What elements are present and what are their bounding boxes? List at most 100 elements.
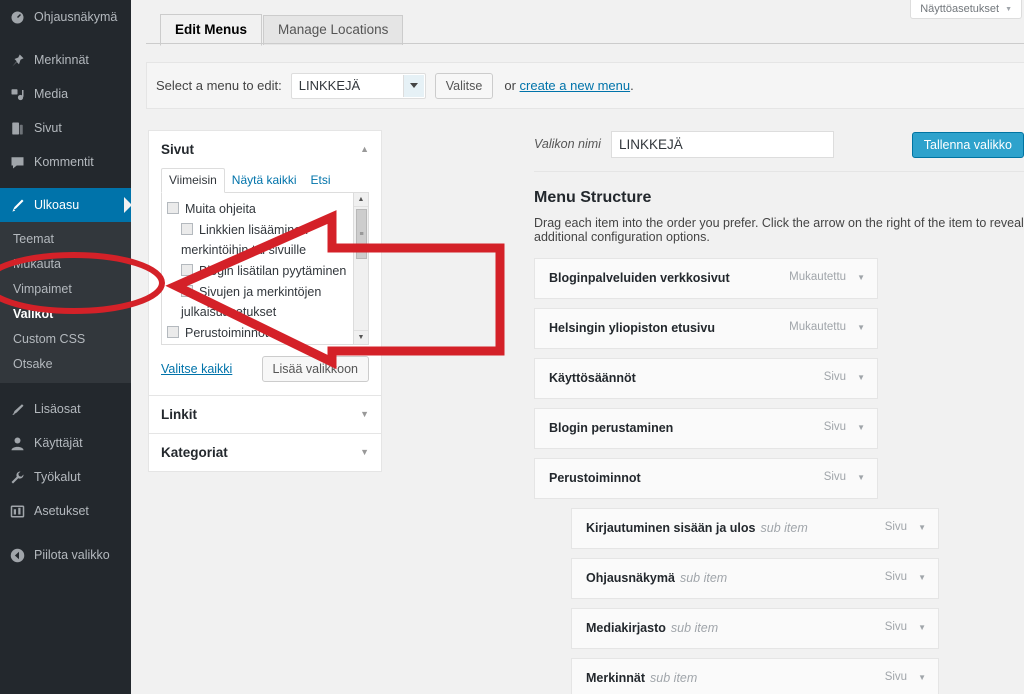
checklist-item[interactable]: Blogin lisätilan pyytäminen — [167, 261, 352, 281]
sidebar-item-settings[interactable]: Asetukset — [0, 494, 131, 528]
menu-item-type: Sivu — [884, 571, 908, 583]
sidebar-item-dashboard[interactable]: Ohjausnäkymä — [0, 0, 131, 34]
select-menu-button[interactable]: Valitse — [434, 72, 494, 99]
checkbox-icon[interactable] — [181, 223, 193, 235]
dashboard-icon — [7, 7, 27, 27]
sidebar-item-users-label: Käyttäjät — [34, 436, 83, 450]
tab-divider — [146, 43, 1024, 44]
chevron-down-icon[interactable]: ▼ — [857, 273, 865, 282]
checkbox-icon[interactable] — [181, 264, 193, 276]
submenu-item-customize[interactable]: Mukauta — [0, 252, 131, 277]
submenu-item-widgets[interactable]: Vimpaimet — [0, 277, 131, 302]
sidebar-item-pages[interactable]: Sivut — [0, 111, 131, 145]
checklist-item[interactable]: Perustoiminnot — [167, 323, 352, 343]
sidebar-item-dashboard-label: Ohjausnäkymä — [34, 10, 118, 24]
sidebar-item-plugins[interactable]: Lisäosat — [0, 392, 131, 426]
postbox-pages-header[interactable]: Sivut ▲ — [149, 131, 381, 168]
checkbox-icon[interactable] — [167, 326, 179, 338]
chevron-down-icon[interactable]: ▼ — [918, 623, 926, 632]
comment-icon — [7, 152, 27, 172]
menu-item-title: Ohjausnäkymä sub item — [586, 571, 728, 585]
sidebar-item-tools[interactable]: Työkalut — [0, 460, 131, 494]
submenu-item-custom-css[interactable]: Custom CSS — [0, 327, 131, 352]
menu-item-type: Sivu — [884, 621, 908, 633]
menu-item-row[interactable]: Helsingin yliopiston etusivu Mukautettu ▼ — [534, 308, 878, 349]
menu-item-meta: Sivu ▼ — [885, 570, 926, 583]
chevron-down-icon[interactable]: ▼ — [360, 410, 369, 419]
checklist-item[interactable]: Sivujen ja merkintöjen julkaisuasetukset — [167, 282, 352, 322]
menu-item-type: Sivu — [884, 671, 908, 683]
chevron-down-icon[interactable]: ▼ — [857, 323, 865, 332]
tab-edit-menus[interactable]: Edit Menus — [160, 14, 263, 46]
chevron-down-icon[interactable]: ▼ — [918, 573, 926, 582]
scrollbar-thumb[interactable]: ≡ — [356, 209, 367, 259]
tab-manage-locations[interactable]: Manage Locations — [263, 15, 404, 45]
inner-tab-search[interactable]: Etsi — [303, 169, 337, 192]
chevron-down-icon[interactable]: ▼ — [857, 423, 865, 432]
submenu-item-header[interactable]: Otsake — [0, 352, 131, 377]
menu-item-row[interactable]: Perustoiminnot Sivu ▼ — [534, 458, 878, 499]
menu-item-row[interactable]: Käyttösäännöt Sivu ▼ — [534, 358, 878, 399]
screen-options-button[interactable]: Näyttöasetukset ▼ — [910, 0, 1022, 19]
appearance-brush-icon — [7, 195, 27, 215]
collapse-menu-button[interactable]: Piilota valikko — [0, 538, 131, 572]
checkbox-icon[interactable] — [167, 202, 179, 214]
menu-item-meta: Sivu ▼ — [824, 370, 865, 383]
sidebar-item-settings-label: Asetukset — [34, 504, 89, 518]
checklist-item[interactable]: Muita ohjeita — [167, 199, 352, 219]
sidebar-item-pages-label: Sivut — [34, 121, 62, 135]
menu-item-meta: Mukautettu ▼ — [789, 320, 865, 333]
menu-name-input[interactable] — [610, 130, 834, 158]
inner-tab-most-recent[interactable]: Viimeisin — [161, 168, 225, 193]
create-new-menu-link[interactable]: create a new menu — [520, 78, 631, 93]
add-to-menu-button[interactable]: Lisää valikkoon — [261, 356, 369, 382]
chevron-down-icon[interactable]: ▼ — [918, 673, 926, 682]
menu-item-meta: Sivu ▼ — [885, 670, 926, 683]
sidebar-item-media[interactable]: Media — [0, 77, 131, 111]
scroll-down-icon[interactable]: ▼ — [354, 330, 368, 344]
sidebar-item-users[interactable]: Käyttäjät — [0, 426, 131, 460]
menu-item-row[interactable]: Mediakirjasto sub item Sivu ▼ — [571, 608, 939, 649]
postbox-pages: Sivut ▲ Viimeisin Näytä kaikki Etsi Muita … — [148, 130, 382, 396]
menu-select-dropdown[interactable]: LINKKEJÄ — [290, 72, 426, 99]
sidebar-item-posts[interactable]: Merkinnät — [0, 43, 131, 77]
chevron-down-icon[interactable]: ▼ — [857, 373, 865, 382]
chevron-up-icon[interactable]: ▲ — [360, 145, 369, 154]
admin-sidebar: Ohjausnäkymä Merkinnät Media Sivut Kommentit… — [0, 0, 132, 694]
menu-item-row[interactable]: Merkinnät sub item Sivu ▼ — [571, 658, 939, 694]
checklist-item[interactable]: Linkkien lisääminen merkintöihin tai siv… — [167, 220, 352, 260]
postbox-categories-header[interactable]: Kategoriat ▼ — [149, 434, 381, 471]
submenu-item-menus[interactable]: Valikot — [0, 302, 131, 327]
save-menu-button[interactable]: Tallenna valikko — [911, 132, 1024, 158]
chevron-down-icon: ▼ — [1005, 5, 1012, 13]
chevron-down-icon[interactable]: ▼ — [360, 448, 369, 457]
submenu-item-themes[interactable]: Teemat — [0, 227, 131, 252]
menu-item-type: Mukautettu — [789, 321, 847, 333]
select-all-link[interactable]: Valitse kaikki — [161, 362, 232, 376]
checklist-item-label: Sivujen ja merkintöjen julkaisuasetukset — [181, 285, 322, 319]
checklist-scrollbar[interactable]: ▲ ≡ ▼ — [353, 193, 368, 344]
postbox-links-title: Linkit — [161, 407, 197, 422]
menu-item-row[interactable]: Kirjautuminen sisään ja ulos sub item Sivu… — [571, 508, 939, 549]
select-menu-label: Select a menu to edit: — [156, 78, 282, 93]
postbox-links: Linkit ▼ — [148, 396, 382, 434]
menu-item-sub-label: sub item — [650, 671, 698, 685]
menu-item-meta: Mukautettu ▼ — [789, 270, 865, 283]
menu-item-type: Sivu — [823, 471, 847, 483]
inner-tab-view-all[interactable]: Näytä kaikki — [225, 169, 304, 192]
menu-item-type: Sivu — [884, 521, 908, 533]
menu-item-row[interactable]: Bloginpalveluiden verkkosivut Mukautettu ▼ — [534, 258, 878, 299]
menu-item-row[interactable]: Ohjausnäkymä sub item Sivu ▼ — [571, 558, 939, 599]
scroll-up-icon[interactable]: ▲ — [354, 193, 368, 207]
menu-item-row[interactable]: Blogin perustaminen Sivu ▼ — [534, 408, 878, 449]
chevron-down-icon[interactable]: ▼ — [918, 523, 926, 532]
sidebar-item-tools-label: Työkalut — [34, 470, 81, 484]
sidebar-item-appearance[interactable]: Ulkoasu — [0, 188, 132, 222]
chevron-down-icon[interactable]: ▼ — [857, 473, 865, 482]
checkbox-icon[interactable] — [181, 285, 193, 297]
menu-item-meta: Sivu ▼ — [885, 620, 926, 633]
postbox-links-header[interactable]: Linkit ▼ — [149, 396, 381, 433]
sidebar-item-comments[interactable]: Kommentit — [0, 145, 131, 179]
